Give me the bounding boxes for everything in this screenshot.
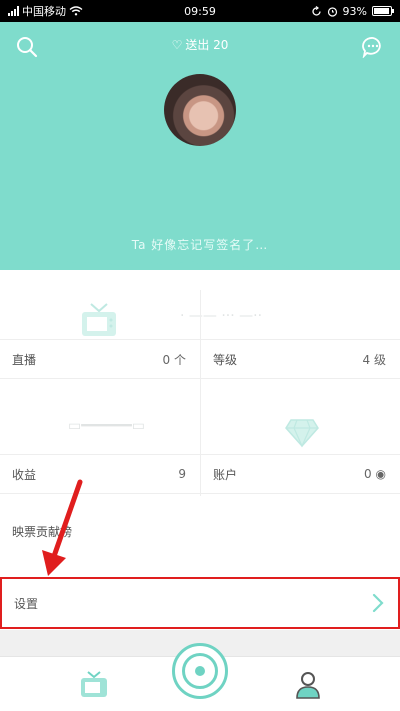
battery-percent: 93% [342,4,367,18]
diamond-icon [285,419,319,448]
tab-profile[interactable] [292,669,324,701]
alarm-icon [327,6,337,17]
stat-live-value: 0 个 [162,352,186,367]
stat-live-label: 直播 [12,352,37,367]
battery-fill [374,8,389,14]
tv-icon [81,671,107,697]
fans-label: 送出 20 [185,38,229,52]
avatar[interactable] [164,74,236,146]
settings-row[interactable]: 设置 [0,577,400,629]
header-torn-edge [0,250,400,268]
stat-level-value: 4 级 [362,352,386,367]
status-left: 中国移动 [8,3,83,19]
stat-level-label: 等级 [213,352,238,367]
settings-label: 设置 [14,596,39,611]
camera-lens [195,666,205,676]
bottom-tab-bar [0,643,400,711]
stat-level[interactable]: 等级 4 级 [201,339,400,379]
fans-count[interactable]: ♡ 送出 20 [0,36,400,53]
camera-icon [182,653,218,689]
wifi-icon [69,6,83,16]
annotation-arrow-icon [42,479,83,576]
heart-icon: ♡ [171,38,183,52]
stat-earnings[interactable]: 收益 9 [0,454,200,494]
grid-divider [200,290,201,496]
stat-earnings-label: 收益 [12,467,37,482]
stat-earnings-value: 9 [178,467,186,481]
status-bar: 中国移动 09:59 93% [0,0,400,22]
signal-icon [8,6,19,16]
user-signature: Ta 好像忘记写签名了… [131,238,269,252]
stat-account-value-wrap: 0 ◉ [364,467,386,481]
tv-icon [82,303,116,336]
sync-icon [311,5,321,16]
status-right: 93% [311,4,394,18]
profile-header [0,22,400,270]
tab-start-live[interactable] [172,643,228,699]
watermark-text: · —— ··· —·· [180,308,263,324]
watermark-text: ▭━━━━━━▭ [68,418,146,434]
stat-account-label: 账户 [213,467,238,482]
chat-icon [362,37,381,58]
message-button[interactable] [360,34,386,60]
carrier-name: 中国移动 [22,5,66,18]
stat-live[interactable]: 直播 0 个 [0,339,200,379]
chevron-right-icon [372,593,384,613]
stat-account-value: 0 [364,467,372,481]
stat-account[interactable]: 账户 0 ◉ [201,454,400,494]
eye-icon: ◉ [375,467,386,481]
profile-icon [296,672,320,699]
battery-icon [372,6,394,16]
tab-live[interactable] [78,669,110,701]
